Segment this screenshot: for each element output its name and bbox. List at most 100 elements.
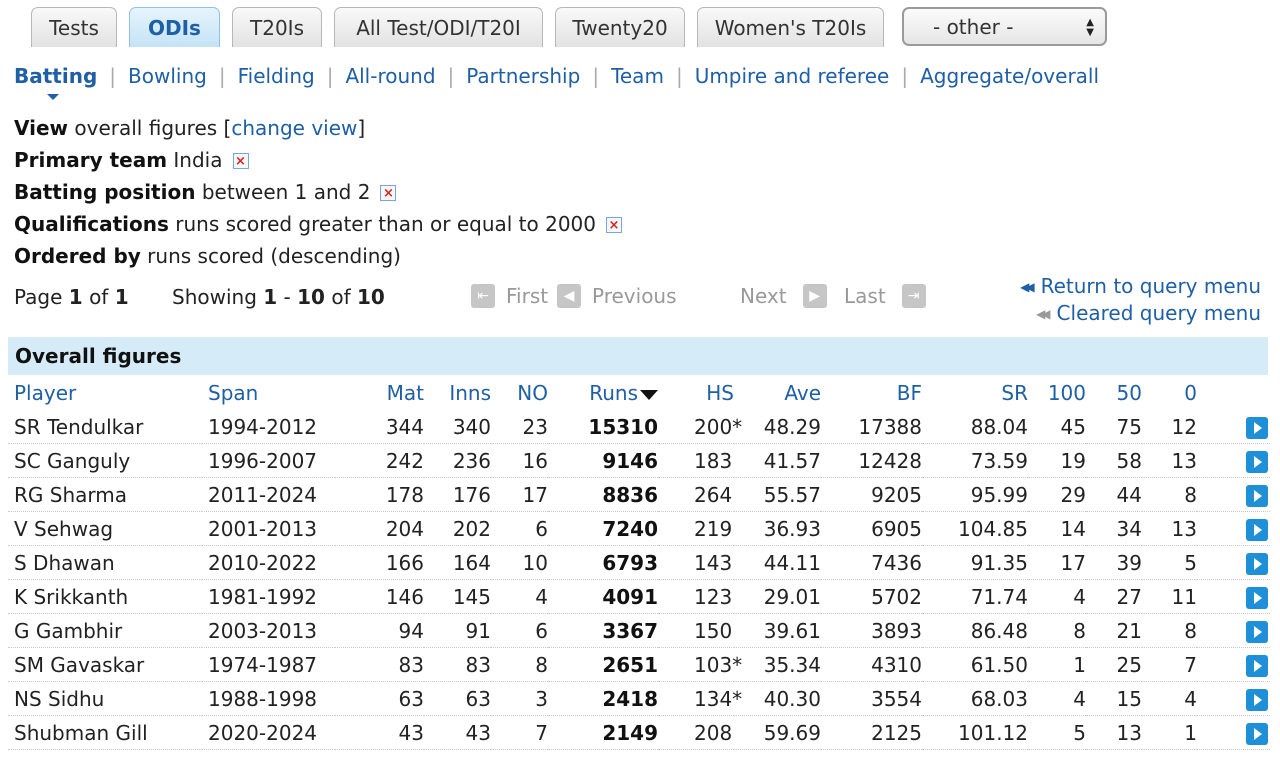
remove-team-filter-icon[interactable]: × bbox=[232, 153, 249, 169]
col-runs-label: Runs bbox=[589, 381, 638, 405]
nav-team[interactable]: Team bbox=[611, 64, 664, 88]
cell-player[interactable]: SR Tendulkar bbox=[8, 410, 202, 444]
col-runs[interactable]: Runs bbox=[548, 376, 658, 410]
cell-no: 6 bbox=[491, 511, 548, 546]
cell-50: 44 bbox=[1086, 477, 1142, 512]
col-ave[interactable]: Ave bbox=[734, 376, 821, 410]
cell-sr: 91.35 bbox=[922, 545, 1028, 580]
play-details-icon[interactable] bbox=[1246, 518, 1268, 541]
pager-last[interactable]: Last ⇥ bbox=[844, 284, 926, 308]
cell-player[interactable]: V Sehwag bbox=[8, 511, 202, 546]
filter-view-label: View bbox=[14, 116, 69, 140]
cell-no: 10 bbox=[491, 545, 548, 580]
play-details-icon[interactable] bbox=[1246, 450, 1268, 473]
row-detail-cell bbox=[1197, 443, 1270, 478]
nav-partnership[interactable]: Partnership bbox=[466, 64, 580, 88]
cell-sr: 86.48 bbox=[922, 613, 1028, 648]
cell-player[interactable]: RG Sharma bbox=[8, 477, 202, 512]
nav-batting[interactable]: Batting bbox=[14, 64, 97, 100]
cell-mat: 166 bbox=[335, 545, 424, 580]
col-bf[interactable]: BF bbox=[821, 376, 922, 410]
total-pages: 1 bbox=[114, 285, 129, 309]
cell-span: 1974-1987 bbox=[202, 647, 335, 682]
remove-position-filter-icon[interactable]: × bbox=[380, 185, 397, 201]
col-100[interactable]: 100 bbox=[1028, 376, 1086, 410]
col-hs[interactable]: HS bbox=[658, 376, 734, 410]
play-details-icon[interactable] bbox=[1246, 552, 1268, 575]
cell-mat: 83 bbox=[335, 647, 424, 682]
col-player[interactable]: Player bbox=[8, 376, 202, 410]
tab-t20is[interactable]: T20Is bbox=[232, 7, 322, 47]
cell-no: 17 bbox=[491, 477, 548, 512]
showing-dash: - bbox=[283, 285, 291, 309]
cell-bf: 3554 bbox=[821, 681, 922, 716]
cell-0: 5 bbox=[1142, 545, 1197, 580]
cleared-query-menu-link[interactable]: Cleared query menu bbox=[1057, 301, 1261, 325]
cell-span: 2020-2024 bbox=[202, 715, 335, 750]
return-to-query-menu-link[interactable]: Return to query menu bbox=[1041, 274, 1261, 298]
nav-umpire-referee[interactable]: Umpire and referee bbox=[695, 64, 890, 88]
col-span[interactable]: Span bbox=[202, 376, 335, 410]
cell-mat: 94 bbox=[335, 613, 424, 648]
double-left-arrow-icon: ◀◀ bbox=[1020, 280, 1035, 294]
filter-order-value: runs scored (descending) bbox=[147, 244, 401, 268]
cell-inns: 340 bbox=[424, 410, 491, 444]
other-format-select[interactable]: - other - ▲ ▼ bbox=[902, 7, 1107, 46]
cell-player[interactable]: S Dhawan bbox=[8, 545, 202, 580]
cell-mat: 204 bbox=[335, 511, 424, 546]
tab-all-formats[interactable]: All Test/ODI/T20I bbox=[334, 7, 543, 47]
tab-tests[interactable]: Tests bbox=[31, 7, 117, 47]
page-indicator: Page 1 of 1 bbox=[14, 285, 129, 309]
cell-no: 23 bbox=[491, 410, 548, 444]
cell-player[interactable]: SC Ganguly bbox=[8, 443, 202, 478]
tab-odis[interactable]: ODIs bbox=[129, 7, 220, 47]
play-details-icon[interactable] bbox=[1246, 654, 1268, 677]
row-detail-cell bbox=[1197, 545, 1270, 580]
change-view-link[interactable]: change view bbox=[231, 116, 357, 140]
col-inns[interactable]: Inns bbox=[424, 376, 491, 410]
col-no[interactable]: NO bbox=[491, 376, 548, 410]
row-detail-cell bbox=[1197, 715, 1270, 750]
cell-runs: 7240 bbox=[548, 511, 658, 546]
col-0[interactable]: 0 bbox=[1142, 376, 1197, 410]
nav-bowling[interactable]: Bowling bbox=[128, 64, 207, 88]
cell-0: 7 bbox=[1142, 647, 1197, 682]
cell-inns: 63 bbox=[424, 681, 491, 716]
cell-player[interactable]: SM Gavaskar bbox=[8, 647, 202, 682]
play-details-icon[interactable] bbox=[1246, 620, 1268, 643]
nav-all-round[interactable]: All-round bbox=[345, 64, 435, 88]
first-page-icon: ⇤ bbox=[471, 284, 495, 308]
cell-100: 19 bbox=[1028, 443, 1086, 478]
cell-50: 27 bbox=[1086, 579, 1142, 614]
cell-player[interactable]: K Srikkanth bbox=[8, 579, 202, 614]
play-details-icon[interactable] bbox=[1246, 688, 1268, 711]
cell-bf: 4310 bbox=[821, 647, 922, 682]
play-details-icon[interactable] bbox=[1246, 484, 1268, 507]
nav-separator: | bbox=[901, 64, 909, 88]
filter-order-label: Ordered by bbox=[14, 244, 141, 268]
pager-first[interactable]: ⇤ First bbox=[471, 284, 548, 308]
cell-no: 16 bbox=[491, 443, 548, 478]
pager-previous[interactable]: ◀ Previous bbox=[557, 284, 677, 308]
cell-no: 4 bbox=[491, 579, 548, 614]
nav-aggregate[interactable]: Aggregate/overall bbox=[920, 64, 1099, 88]
tab-womens-t20is[interactable]: Women's T20Is bbox=[697, 7, 884, 47]
cell-player[interactable]: G Gambhir bbox=[8, 613, 202, 648]
showing-indicator: Showing 1 - 10 of 10 bbox=[172, 285, 385, 309]
cell-player[interactable]: NS Sidhu bbox=[8, 681, 202, 716]
cell-player[interactable]: Shubman Gill bbox=[8, 715, 202, 750]
remove-qual-filter-icon[interactable]: × bbox=[606, 217, 622, 233]
col-sr[interactable]: SR bbox=[922, 376, 1028, 410]
pager-next[interactable]: Next ▶ bbox=[740, 284, 827, 308]
col-50[interactable]: 50 bbox=[1086, 376, 1142, 410]
col-mat[interactable]: Mat bbox=[335, 376, 424, 410]
play-details-icon[interactable] bbox=[1246, 416, 1268, 439]
cell-inns: 43 bbox=[424, 715, 491, 750]
tab-twenty20[interactable]: Twenty20 bbox=[555, 7, 685, 47]
table-row: Shubman Gill 2020-2024 43 43 7 2149 208 59.69 21… bbox=[8, 715, 1270, 750]
play-details-icon[interactable] bbox=[1246, 722, 1268, 745]
nav-fielding[interactable]: Fielding bbox=[238, 64, 315, 88]
play-details-icon[interactable] bbox=[1246, 586, 1268, 609]
filter-qual-value: runs scored greater than or equal to 200… bbox=[175, 212, 596, 236]
cell-ave: 59.69 bbox=[734, 715, 821, 750]
